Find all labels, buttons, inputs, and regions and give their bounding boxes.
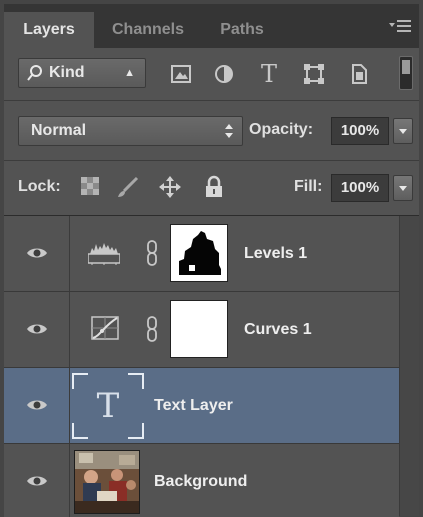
search-icon [27,59,43,97]
mask-link-icon[interactable] [146,316,158,342]
text-layer-thumbnail[interactable]: T [72,373,144,439]
layer-name[interactable]: Background [154,473,247,491]
fill-input[interactable]: 100% [331,174,389,202]
layer-name[interactable]: Levels 1 [244,245,307,263]
mask-link-icon[interactable] [146,240,158,266]
fill-dropdown-button[interactable] [393,175,413,201]
layer-mask-thumbnail[interactable] [170,300,228,358]
eye-icon [27,400,47,410]
layer-filter-bar: Kind ▲ T [4,48,419,100]
visibility-toggle[interactable] [4,368,70,443]
lock-options-bar: Lock: Fill: 100% [4,160,419,216]
curves-adjustment-icon [91,316,119,340]
blend-options-bar: Normal Opacity: 100% [4,100,419,160]
layers-list: Levels 1 Curves 1 T Text Layer Backgroun… [4,216,399,517]
eye-icon [27,476,47,486]
filter-kind-dropdown[interactable]: Kind ▲ [18,58,146,88]
pixel-layer-filter-icon[interactable] [169,62,193,86]
filter-kind-label: Kind [49,64,85,81]
tab-layers[interactable]: Layers [4,12,94,48]
lock-position-icon[interactable] [158,175,182,199]
visibility-toggle[interactable] [4,216,70,291]
updown-arrow-icon: ▲ [124,67,135,79]
layer-row-curves-1[interactable]: Curves 1 [4,292,399,368]
panel-menu-icon[interactable] [389,18,411,34]
lock-transparent-pixels-icon[interactable] [78,175,102,199]
eye-icon [27,324,47,334]
layer-row-levels-1[interactable]: Levels 1 [4,216,399,292]
background-image-thumbnail[interactable] [74,450,140,514]
eye-icon [27,248,47,258]
adjustment-layer-filter-icon[interactable] [212,62,236,86]
layer-row-text-layer[interactable]: T Text Layer [4,368,399,444]
shape-layer-filter-icon[interactable] [302,62,326,86]
type-icon: T [96,386,120,426]
tab-paths[interactable]: Paths [202,12,282,48]
fill-label: Fill: [294,178,323,195]
opacity-input[interactable]: 100% [331,117,389,145]
tab-channels[interactable]: Channels [98,12,198,48]
filter-toggle-switch[interactable] [399,56,413,90]
visibility-toggle[interactable] [4,444,70,517]
layer-row-background[interactable]: Background [4,444,399,517]
updown-arrow-icon [224,117,234,156]
blend-mode-value: Normal [31,122,87,139]
layer-name[interactable]: Text Layer [154,397,233,415]
layers-panel: Layers Channels Paths Kind ▲ T Normal Op… [0,0,423,517]
layers-scrollbar[interactable] [399,216,419,516]
layer-mask-thumbnail[interactable] [170,224,228,282]
panel-tab-bar: Layers Channels Paths [4,4,419,48]
layer-name[interactable]: Curves 1 [244,321,312,339]
visibility-toggle[interactable] [4,292,70,367]
type-layer-filter-icon[interactable]: T [257,62,281,86]
opacity-label: Opacity: [249,121,314,138]
smart-object-filter-icon[interactable] [347,62,371,86]
blend-mode-dropdown[interactable]: Normal [18,116,243,146]
opacity-dropdown-button[interactable] [393,118,413,144]
lock-image-pixels-icon[interactable] [116,175,140,199]
lock-all-icon[interactable] [202,175,226,199]
lock-label: Lock: [18,178,61,195]
levels-adjustment-icon [88,243,120,265]
